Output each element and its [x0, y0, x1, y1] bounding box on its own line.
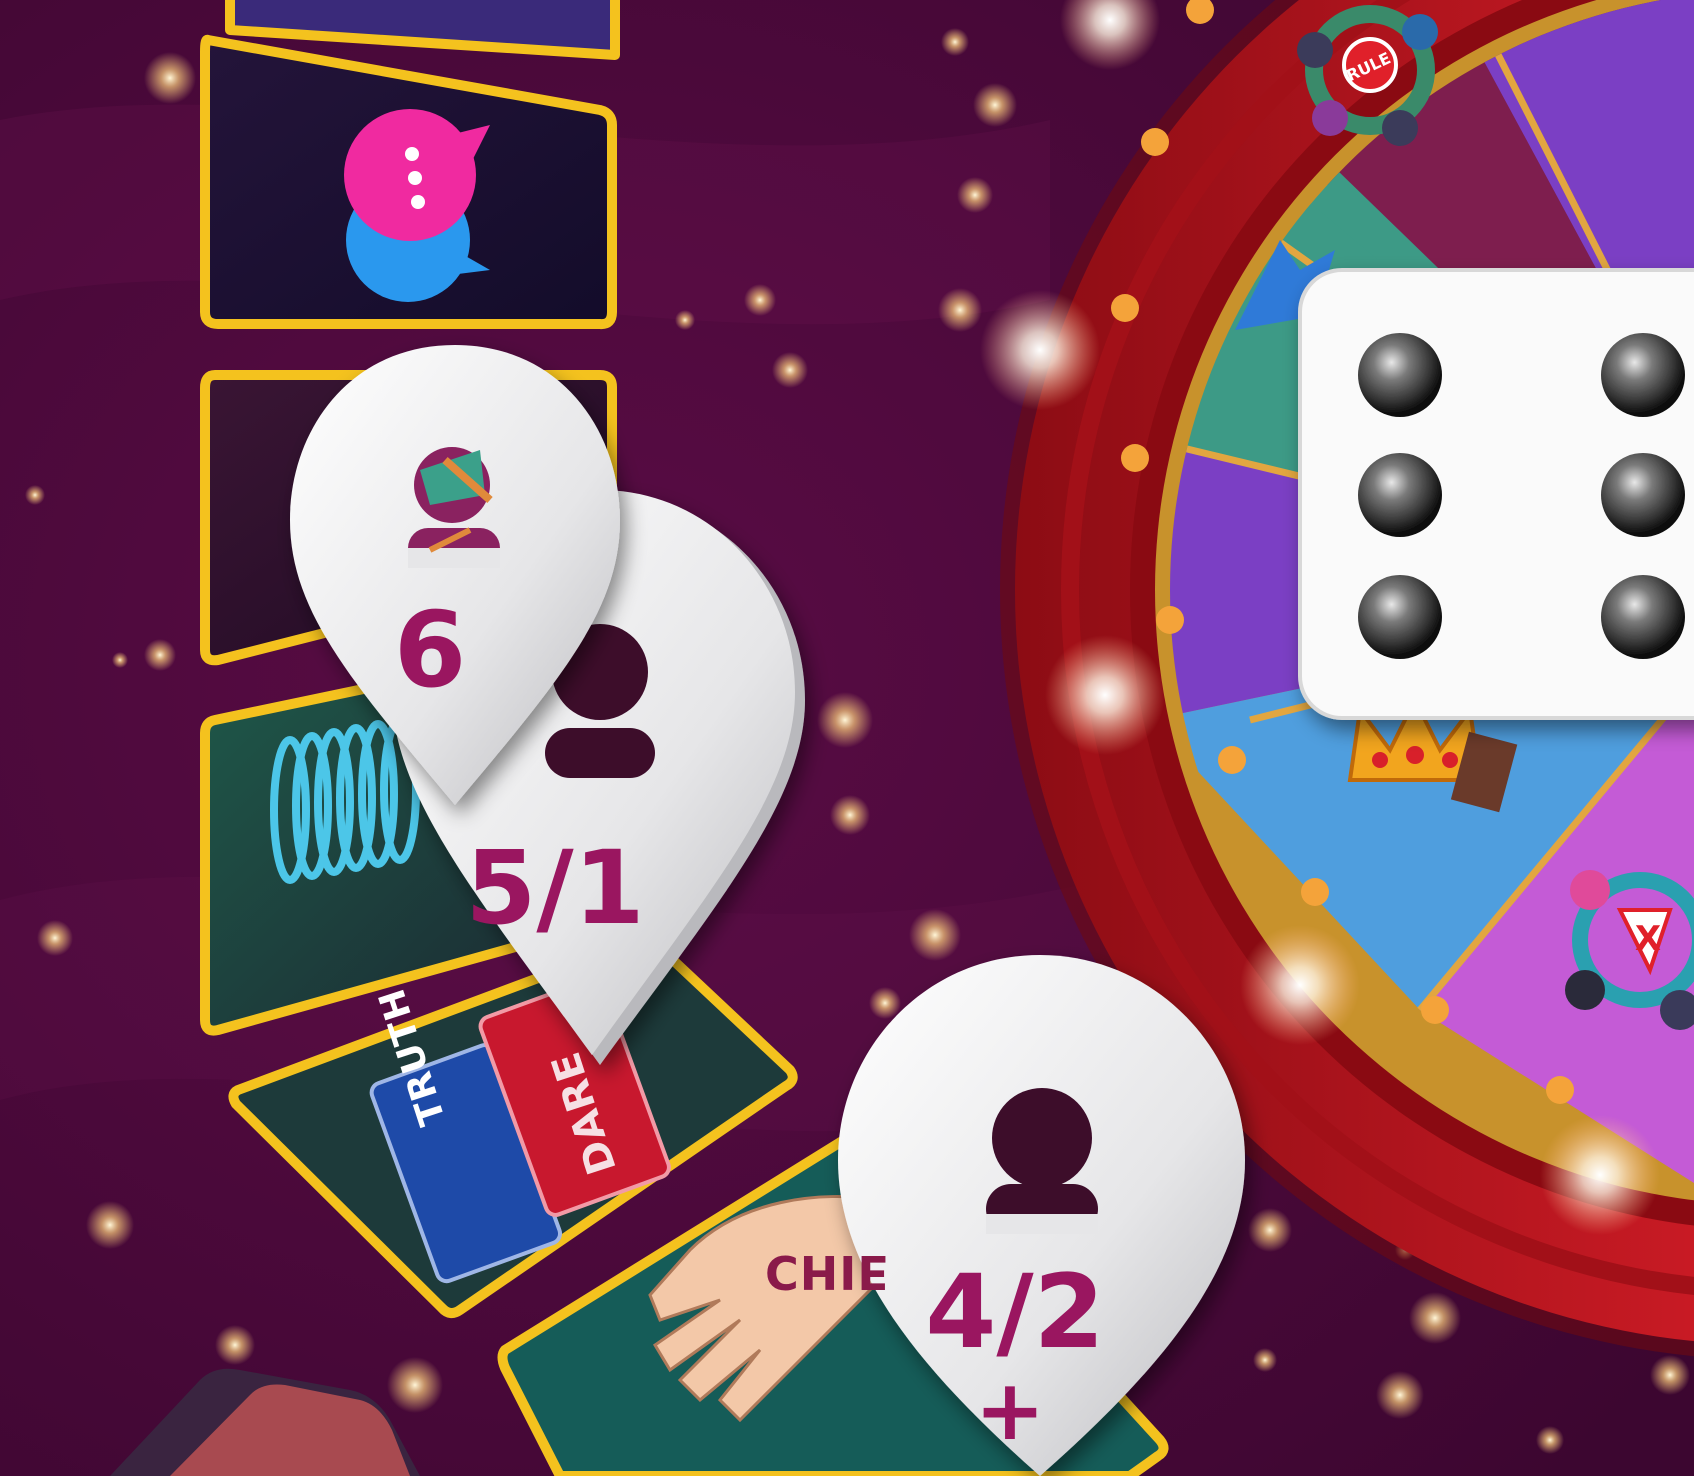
- player-icon: [986, 1088, 1098, 1234]
- game-board: RULE X TRUTH DARE CHIE 6 5/1 4/2 +: [0, 0, 1694, 1476]
- svg-text:X: X: [1635, 919, 1661, 959]
- dice[interactable]: [1298, 268, 1694, 720]
- hand-card-label: CHIE: [765, 1245, 890, 1299]
